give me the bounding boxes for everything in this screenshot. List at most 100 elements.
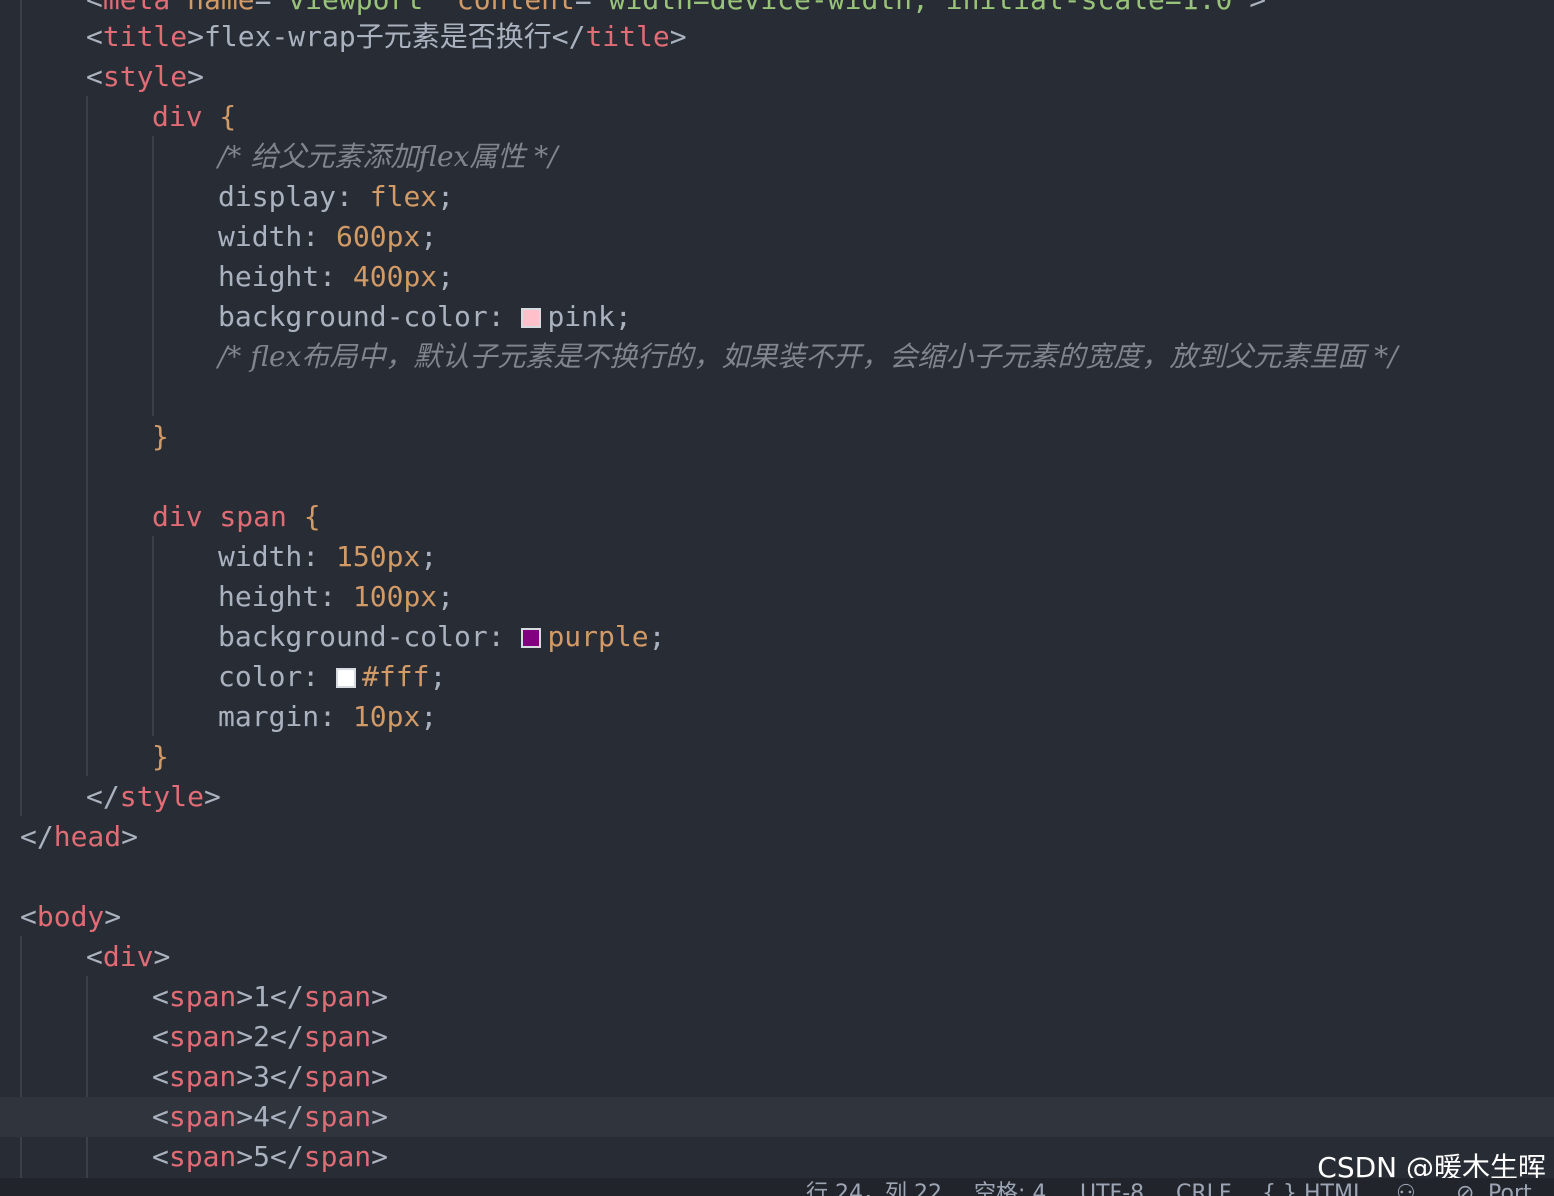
code-line[interactable]: div span { xyxy=(0,497,1554,537)
code-token: ; xyxy=(437,260,455,293)
code-line[interactable]: <body> xyxy=(0,897,1554,937)
code-line[interactable]: height: 100px; xyxy=(0,577,1554,617)
code-token: > xyxy=(104,900,122,933)
code-line[interactable]: } xyxy=(0,737,1554,777)
code-line[interactable]: margin: 10px; xyxy=(0,697,1554,737)
code-line[interactable]: color: #fff; xyxy=(0,657,1554,697)
code-token: span xyxy=(168,980,237,1013)
code-line[interactable]: </head> xyxy=(0,817,1554,857)
code-token: flex xyxy=(369,180,438,213)
code-token: < xyxy=(86,940,103,973)
code-token: div xyxy=(102,940,154,973)
code-token: span xyxy=(303,1140,372,1173)
code-token: > xyxy=(236,1060,254,1093)
code-token: </ xyxy=(551,20,586,53)
port-icon[interactable]: ⊘ xyxy=(1456,1182,1474,1196)
code-token: div xyxy=(152,100,203,133)
code-token: < xyxy=(86,60,103,93)
code-token: margin xyxy=(218,700,320,733)
code-token: flex-wrap子元素是否换行 xyxy=(204,20,552,53)
code-token: width xyxy=(218,220,303,253)
code-token: : xyxy=(319,700,353,733)
code-token: </ xyxy=(270,1140,304,1173)
code-token: height xyxy=(218,260,320,293)
port-status[interactable]: Port xyxy=(1488,1182,1532,1196)
code-line[interactable]: background-color: pink; xyxy=(0,297,1554,337)
code-token: : xyxy=(319,260,353,293)
code-token: span xyxy=(303,980,372,1013)
code-token: < xyxy=(152,1020,169,1053)
code-token: 1 xyxy=(253,980,271,1013)
code-token: "width=device-width, initial-scale=1.0" xyxy=(592,0,1249,16)
code-token: > xyxy=(204,780,221,813)
code-token: : xyxy=(487,300,522,333)
code-token: ; xyxy=(648,620,666,653)
code-token: > xyxy=(121,820,139,853)
code-token: ; xyxy=(437,180,455,213)
code-token: > xyxy=(187,20,205,53)
code-comment: /* flex布局中，默认子元素是不换行的，如果装不开，会缩小子元素的宽度，放到… xyxy=(218,340,1398,373)
code-line[interactable]: background-color: purple; xyxy=(0,617,1554,657)
language-mode[interactable]: { } HTML xyxy=(1262,1182,1365,1196)
code-line[interactable]: <title>flex-wrap子元素是否换行</title> xyxy=(0,17,1554,57)
code-token: < xyxy=(86,0,103,16)
code-token: 2 xyxy=(253,1020,271,1053)
code-token: < xyxy=(152,1060,169,1093)
code-line[interactable]: height: 400px; xyxy=(0,257,1554,297)
color-swatch-white[interactable] xyxy=(336,668,357,688)
code-token: span xyxy=(303,1060,372,1093)
color-swatch-purple[interactable] xyxy=(521,628,542,648)
code-token: < xyxy=(152,980,169,1013)
code-token: 3 xyxy=(253,1060,271,1093)
code-line[interactable]: /* 给父元素添加flex属性 */ xyxy=(0,137,1554,177)
code-token: span xyxy=(303,1100,372,1133)
code-token: head xyxy=(53,820,122,853)
code-token: > xyxy=(236,980,254,1013)
code-token: color xyxy=(218,660,303,693)
code-token: > xyxy=(371,1140,389,1173)
code-line[interactable]: </style> xyxy=(0,777,1554,817)
code-token: { xyxy=(202,100,237,133)
code-token: ; xyxy=(420,220,438,253)
code-line[interactable]: <span>3</span> xyxy=(0,1057,1554,1097)
code-token: span xyxy=(168,1020,237,1053)
code-token: < xyxy=(20,900,37,933)
code-line[interactable]: <span>1</span> xyxy=(0,977,1554,1017)
line-ending[interactable]: CRLF xyxy=(1176,1182,1232,1196)
code-line[interactable]: } xyxy=(0,417,1554,457)
code-line[interactable]: width: 150px; xyxy=(0,537,1554,577)
code-token: span xyxy=(303,1020,372,1053)
code-token: ; xyxy=(429,660,447,693)
code-line-current[interactable]: <span>4</span> xyxy=(0,1097,1554,1137)
code-line[interactable]: <style> xyxy=(0,57,1554,97)
code-token: span xyxy=(168,1100,237,1133)
code-token: span xyxy=(168,1140,237,1173)
code-token: > xyxy=(371,980,389,1013)
code-line[interactable]: display: flex; xyxy=(0,177,1554,217)
code-token: width xyxy=(218,540,303,573)
code-token: : xyxy=(302,540,337,573)
code-token: > xyxy=(236,1020,254,1053)
encoding[interactable]: UTF-8 xyxy=(1080,1182,1144,1196)
code-editor[interactable]: <meta name="viewport" content="width=dev… xyxy=(0,0,1554,1178)
code-token: px xyxy=(403,260,438,293)
code-token: } xyxy=(152,740,169,773)
code-token: </ xyxy=(270,1020,304,1053)
code-token: > xyxy=(669,20,687,53)
code-line[interactable]: /* flex布局中，默认子元素是不换行的，如果装不开，会缩小子元素的宽度，放到… xyxy=(0,337,1554,377)
code-line[interactable]: div { xyxy=(0,97,1554,137)
code-line[interactable]: width: 600px; xyxy=(0,217,1554,257)
color-swatch-pink[interactable] xyxy=(521,308,542,328)
code-token: 100 xyxy=(352,580,404,613)
code-token: } xyxy=(152,420,169,453)
code-line[interactable]: <span>2</span> xyxy=(0,1017,1554,1057)
code-token: </ xyxy=(20,820,54,853)
cursor-position[interactable]: 行 24，列 22 xyxy=(806,1182,942,1196)
code-line[interactable]: <div> xyxy=(0,937,1554,977)
code-token: height xyxy=(218,580,320,613)
code-token: > xyxy=(187,60,205,93)
accounts-icon[interactable]: ⚇ xyxy=(1396,1182,1416,1196)
indentation[interactable]: 空格: 4 xyxy=(974,1182,1046,1196)
code-token: background-color xyxy=(218,300,488,333)
code-token: : xyxy=(302,220,337,253)
